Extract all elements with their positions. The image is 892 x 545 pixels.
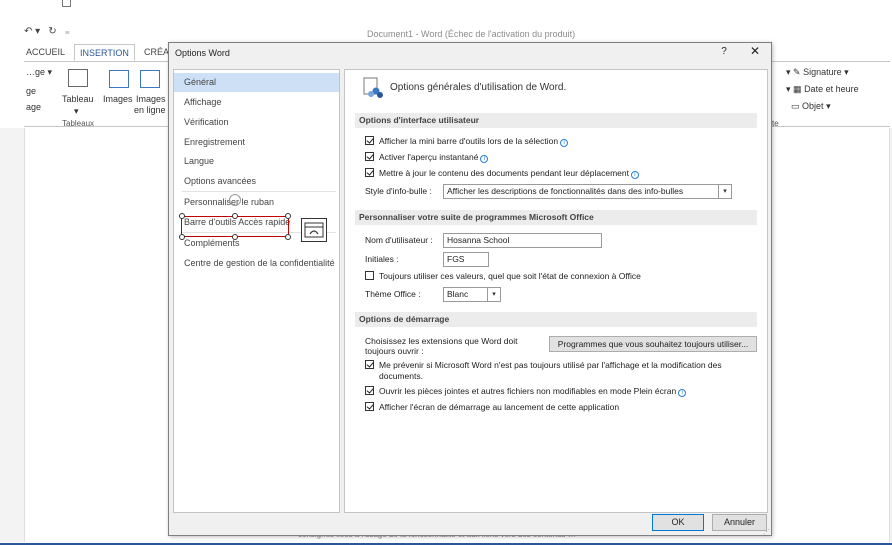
live-preview-label: Activer l'aperçu instantané [379,152,479,162]
always-use-label: Toujours utiliser ces valeurs, quel que … [379,271,641,281]
options-dialog: Options Word ? ✕ Général Affichage Vérif… [168,42,772,536]
help-icon[interactable]: ? [718,46,730,57]
object-icon: ▭ [791,101,800,111]
nav-item-options-avancees[interactable]: Options avancées [174,172,339,191]
images-button[interactable]: Images [103,94,133,104]
warn-default-label-line2: documents. [379,371,423,381]
customize-qat-icon[interactable]: ₌ [65,26,70,37]
section-interface: Options d'interface utilisateur [355,113,757,128]
redo-icon[interactable]: ↻ [48,26,56,37]
ribbon-preview-icon [301,218,327,242]
cursor-icon [229,194,241,206]
ribbon-left-button[interactable]: …ge ▾ [26,67,52,78]
mini-toolbar-label: Afficher la mini barre d'outils lors de … [379,136,559,146]
images-icon[interactable] [109,70,129,88]
nav-item-general[interactable]: Général [174,73,339,92]
office-theme-select[interactable]: Blanc ▾ [443,287,501,302]
update-drag-option[interactable]: Mettre à jour le contenu des documents p… [365,168,639,180]
close-icon[interactable]: ✕ [747,44,763,58]
info-icon: i [560,139,569,147]
resize-handle[interactable] [179,213,185,219]
table-button[interactable]: Tableau [62,94,94,104]
default-programs-button[interactable]: Programmes que vous souhaitez toujours u… [549,336,757,352]
cancel-button[interactable]: Annuler [712,514,767,531]
tab-accueil[interactable]: ACCUEIL [26,44,65,61]
always-use-option[interactable]: Toujours utiliser ces valeurs, quel que … [365,271,641,283]
extensions-label-line1: Choisissez les extensions que Word doit [365,336,518,346]
info-icon: i [480,155,489,163]
resize-handle[interactable] [232,234,238,240]
ribbon-left-label-2: age [26,102,42,112]
ok-button[interactable]: OK [652,514,704,531]
options-nav: Général Affichage Vérification Enregistr… [173,69,340,513]
warn-default-checkbox[interactable] [365,360,374,369]
signature-button[interactable]: ▾ ✎ Signature ▾ [786,67,849,78]
chevron-down-icon: ▾ [74,106,79,116]
open-attachments-label: Ouvrir les pièces jointes et autres fich… [379,386,677,396]
online-images-button-line1[interactable]: Images [136,94,166,104]
resize-handle[interactable] [179,234,185,240]
window-square-glyph [62,0,71,7]
ribbon-left-label-1: ge [26,86,37,96]
resize-handle[interactable] [285,213,291,219]
tab-insertion[interactable]: INSERTION [74,44,135,61]
resize-handle[interactable] [285,234,291,240]
document-left-margin [0,128,24,542]
online-images-icon[interactable] [140,70,160,88]
warn-default-label: Me prévenir si Microsoft Word n'est pas … [379,360,722,370]
window-title: Document1 - Word (Échec de l'activation … [367,29,576,39]
splash-checkbox[interactable] [365,402,374,411]
ribbon-tabs: ACCUEIL INSERTION CRÉAT [24,44,174,61]
open-attachments-checkbox[interactable] [365,386,374,395]
tooltip-style-select[interactable]: Afficher les descriptions de fonctionnal… [443,184,732,199]
update-drag-label: Mettre à jour le contenu des documents p… [379,168,629,178]
open-attachments-option[interactable]: Ouvrir les pièces jointes et autres fich… [365,386,687,398]
chevron-down-icon[interactable]: ▾ [487,288,500,301]
nav-item-centre-confidentialite[interactable]: Centre de gestion de la confidentialité [174,254,339,273]
group-label-tableaux: Tableaux [62,119,95,128]
splash-option[interactable]: Afficher l'écran de démarrage au lanceme… [365,402,619,414]
quick-access-toolbar: ↶ ▾ ↻ ₌ [24,26,78,37]
nav-item-enregistrement[interactable]: Enregistrement [174,133,339,152]
update-drag-checkbox[interactable] [365,168,374,177]
undo-icon[interactable]: ↶ ▾ [24,26,40,37]
section-personalize: Personnaliser votre suite de programmes … [355,210,757,225]
dialog-title: Options Word [175,48,230,58]
calendar-icon: ▦ [793,84,802,94]
tooltip-style-value: Afficher les descriptions de fonctionnal… [447,186,684,196]
extensions-label-line2: toujours ouvrir : [365,346,424,356]
tooltip-style-label: Style d'info-bulle : [365,186,432,196]
nav-item-affichage[interactable]: Affichage [174,93,339,112]
chevron-down-icon[interactable]: ▾ [718,185,731,198]
section-startup: Options de démarrage [355,312,757,327]
username-field[interactable]: Hosanna School [443,233,602,248]
nav-item-langue[interactable]: Langue [174,152,339,171]
live-preview-checkbox[interactable] [365,152,374,161]
online-images-button-line2[interactable]: en ligne [134,105,166,115]
nav-divider [182,191,336,192]
initials-field[interactable]: FGS [443,252,489,267]
date-time-button[interactable]: ▾ ▦ Date et heure [786,84,859,95]
mini-toolbar-option[interactable]: Afficher la mini barre d'outils lors de … [365,136,569,148]
table-icon[interactable] [68,69,88,87]
office-theme-label: Thème Office : [365,289,421,299]
options-content: Options générales d'utilisation de Word.… [344,69,768,513]
username-label: Nom d'utilisateur : [365,235,433,245]
nav-item-verification[interactable]: Vérification [174,113,339,132]
mini-toolbar-checkbox[interactable] [365,136,374,145]
resize-handle[interactable] [232,213,238,219]
nav-item-personnaliser-ruban[interactable]: Personnaliser le ruban [174,193,339,212]
signature-icon: ✎ [793,67,801,77]
live-preview-option[interactable]: Activer l'aperçu instantané i [365,152,489,164]
page-title: Options générales d'utilisation de Word. [390,82,567,93]
info-icon: i [630,171,639,179]
initials-label: Initiales : [365,254,399,264]
resize-grip-icon[interactable]: ⋰ [763,528,770,536]
object-button[interactable]: ▭ Objet ▾ [786,101,831,112]
always-use-checkbox[interactable] [365,271,374,280]
splash-label: Afficher l'écran de démarrage au lanceme… [379,402,620,412]
office-theme-value: Blanc [447,289,469,299]
general-options-icon [363,77,385,99]
info-icon: i [678,389,687,397]
